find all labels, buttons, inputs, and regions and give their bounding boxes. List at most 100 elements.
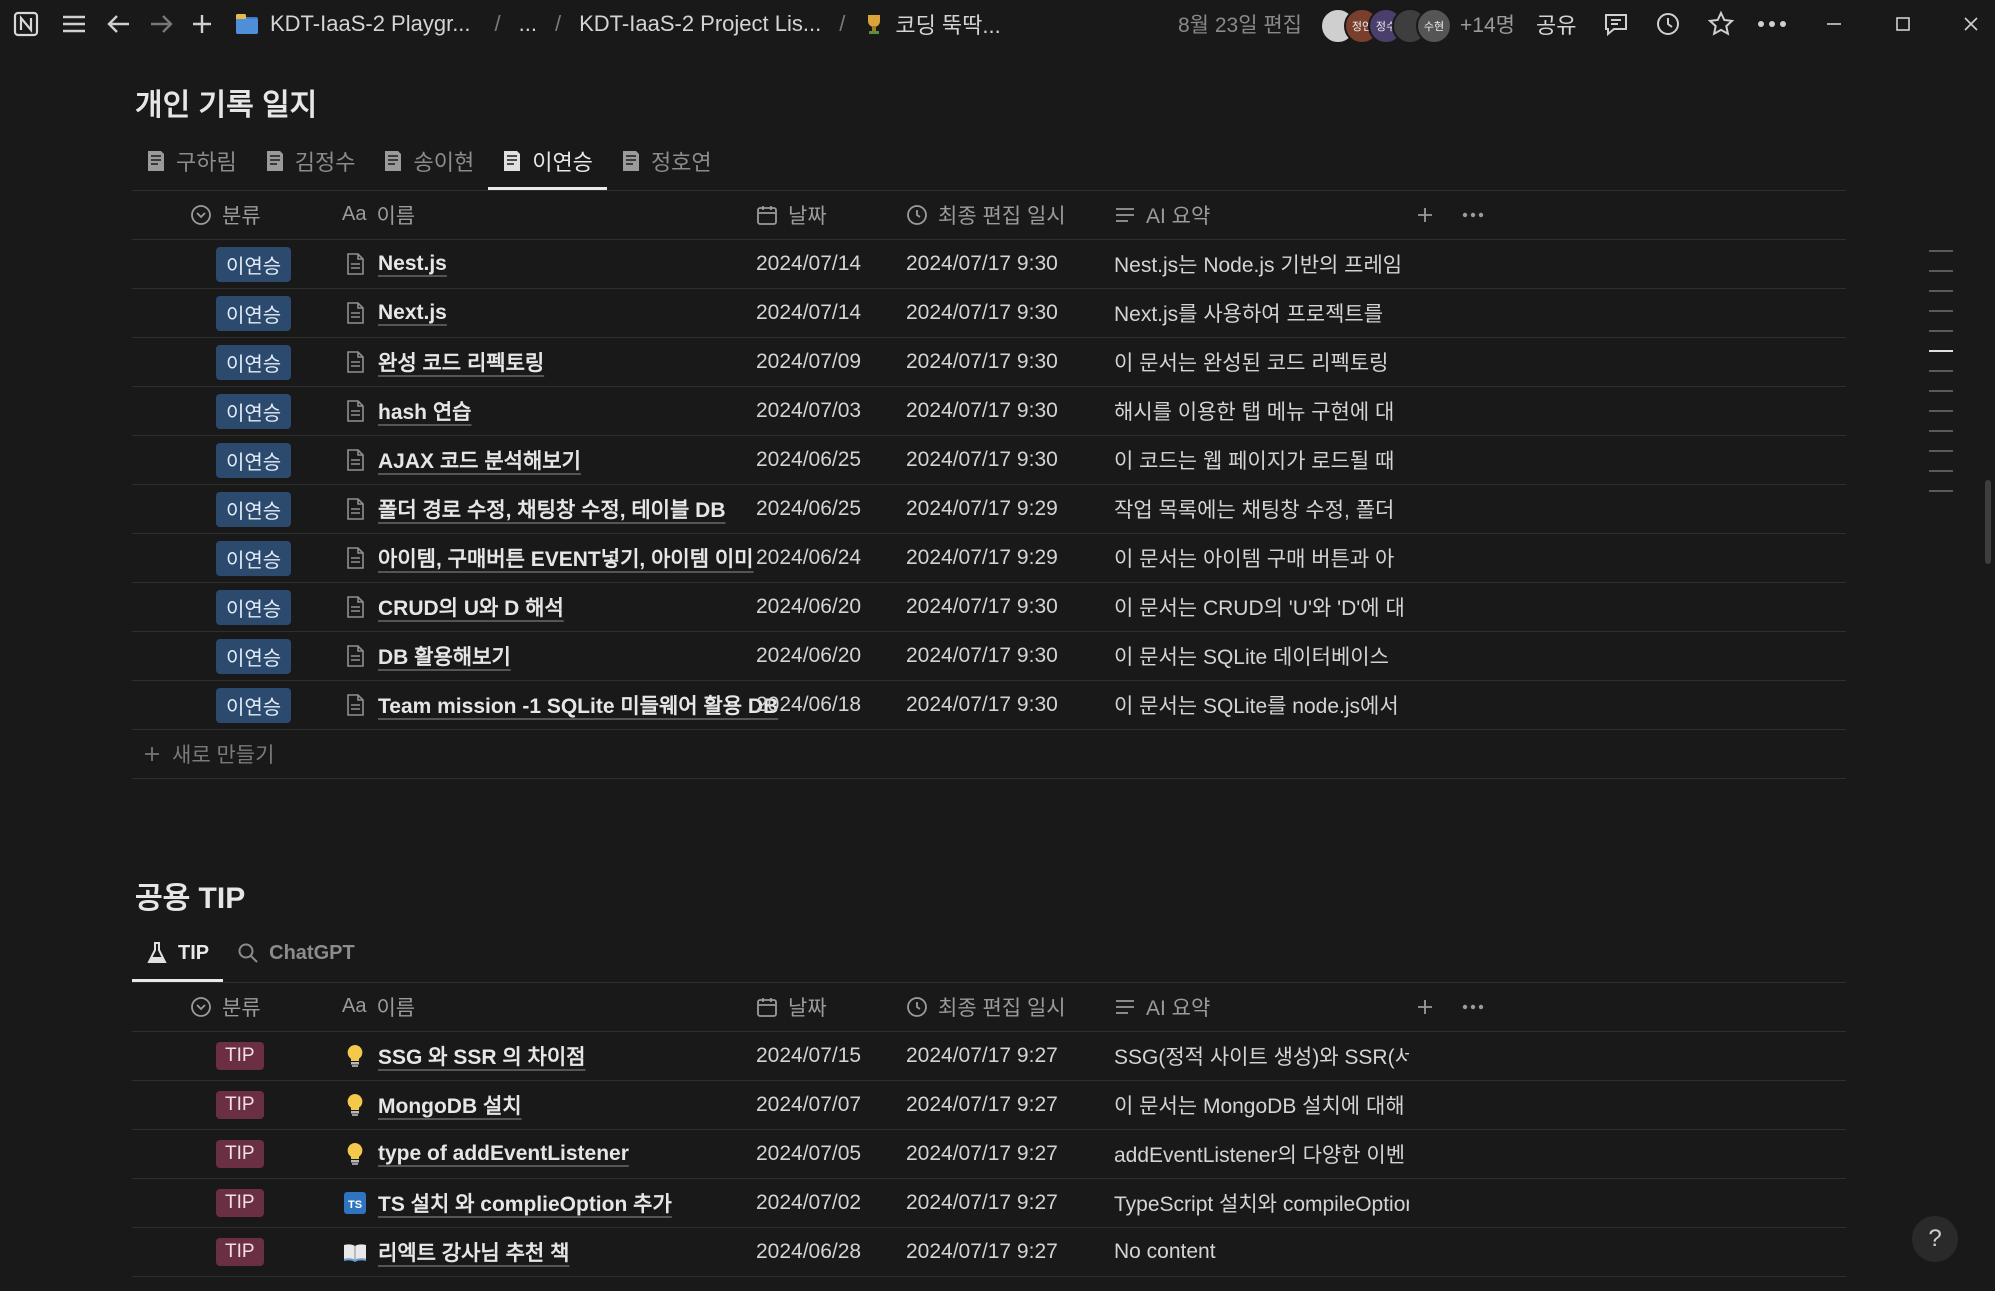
last-edited-cell: 2024/07/17 9:30 xyxy=(906,644,1058,667)
favorite-star-icon[interactable] xyxy=(1707,0,1735,48)
help-button[interactable]: ? xyxy=(1912,1216,1958,1262)
page-link[interactable]: SSG 와 SSR 의 차이점 xyxy=(378,1041,585,1071)
page-document-icon xyxy=(342,252,368,276)
table-row[interactable]: TIP MongoDB 설치 2024/07/07 2024/07/17 9:27 이 … xyxy=(132,1081,1846,1130)
column-header-name[interactable]: Aa 이름 xyxy=(342,190,415,239)
table-row[interactable]: 이연승 Team mission -1 SQLite 미들웨어 활용 DB 2024… xyxy=(132,681,1846,730)
document-icon xyxy=(383,150,403,172)
tab-person[interactable]: 송이현 xyxy=(369,132,488,190)
table-row[interactable]: 이연승 hash 연습 2024/07/03 2024/07/17 9:30 해시를 이… xyxy=(132,387,1846,436)
outline-mark[interactable] xyxy=(1929,330,1953,332)
avatar[interactable]: 수현 xyxy=(1416,8,1452,44)
page-link[interactable]: MongoDB 설치 xyxy=(378,1090,522,1120)
page-link[interactable]: type of addEventListener xyxy=(378,1142,629,1166)
column-header-category[interactable]: 분류 xyxy=(190,190,261,239)
page-link[interactable]: 폴더 경로 수정, 채팅창 수정, 테이블 DB xyxy=(378,494,726,524)
page-link[interactable]: 완성 코드 리펙토링 xyxy=(378,347,544,377)
add-property-icon[interactable] xyxy=(1415,982,1435,1031)
outline-mark[interactable] xyxy=(1929,310,1953,312)
date-cell: 2024/07/15 xyxy=(756,1044,862,1067)
column-header-ai-summary[interactable]: AI 요약 xyxy=(1114,982,1210,1031)
ai-summary-cell: 이 코드는 웹 페이지가 로드될 때 xyxy=(1114,450,1395,473)
page-link[interactable]: AJAX 코드 분석해보기 xyxy=(378,445,581,475)
outline-mark[interactable] xyxy=(1929,290,1953,292)
menu-icon[interactable] xyxy=(60,0,88,48)
tab-person[interactable]: 구하림 xyxy=(132,132,251,190)
breadcrumb-item[interactable]: KDT-IaaS-2 Project Lis... xyxy=(579,11,821,37)
tab-tip[interactable]: TIP xyxy=(132,924,224,982)
table-row[interactable]: 이연승 폴더 경로 수정, 채팅창 수정, 테이블 DB 2024/06/25 202… xyxy=(132,485,1846,534)
table-row[interactable]: 이연승 완성 코드 리펙토링 2024/07/09 2024/07/17 9:30 이 … xyxy=(132,338,1846,387)
new-page-plus-icon[interactable] xyxy=(190,0,214,48)
outline-mark[interactable] xyxy=(1929,490,1953,492)
outline-mark[interactable] xyxy=(1929,410,1953,412)
page-document-icon xyxy=(342,693,368,717)
table-row[interactable]: TIP TS TS 설치 와 complieOption 추가 2024/07/02 2… xyxy=(132,1179,1846,1228)
table-row[interactable]: TIP 리엑트 강사님 추천 책 2024/06/28 2024/07/17 9:27… xyxy=(132,1228,1846,1277)
new-row-button[interactable]: 새로 만들기 xyxy=(132,730,1846,779)
more-collaborators-count[interactable]: +14명 xyxy=(1460,9,1515,39)
column-header-category[interactable]: 분류 xyxy=(190,982,261,1031)
share-button[interactable]: 공유 xyxy=(1536,8,1576,40)
page-document-icon xyxy=(342,497,368,521)
comments-icon[interactable] xyxy=(1602,0,1630,48)
table-row[interactable]: 이연승 AJAX 코드 분석해보기 2024/06/25 2024/07/17 9:3… xyxy=(132,436,1846,485)
table-row[interactable]: 이연승 아이템, 구매버튼 EVENT넣기, 아이템 이미 2024/06/24 20… xyxy=(132,534,1846,583)
outline-mark[interactable] xyxy=(1929,450,1953,452)
breadcrumb-item[interactable]: ... xyxy=(519,11,537,37)
table-row[interactable]: 이연승 DB 활용해보기 2024/06/20 2024/07/17 9:30 이 문서… xyxy=(132,632,1846,681)
outline-mark[interactable] xyxy=(1929,470,1953,472)
outline-mark[interactable] xyxy=(1929,430,1953,432)
column-header-last-edited[interactable]: 최종 편집 일시 xyxy=(906,190,1066,239)
page-link[interactable]: CRUD의 U와 D 해석 xyxy=(378,592,564,622)
page-link[interactable]: 리엑트 강사님 추천 책 xyxy=(378,1237,569,1267)
more-options-icon[interactable] xyxy=(1462,190,1484,239)
select-property-icon xyxy=(190,996,212,1018)
column-header-date[interactable]: 날짜 xyxy=(756,982,827,1031)
outline-mark[interactable] xyxy=(1929,390,1953,392)
column-header-ai-summary[interactable]: AI 요약 xyxy=(1114,190,1210,239)
column-header-last-edited[interactable]: 최종 편집 일시 xyxy=(906,982,1066,1031)
ai-summary-cell: addEventListener의 다양한 이벤 xyxy=(1114,1144,1406,1167)
outline-mark[interactable] xyxy=(1929,370,1953,372)
table-row[interactable]: 이연승 CRUD의 U와 D 해석 2024/06/20 2024/07/17 9:3… xyxy=(132,583,1846,632)
page-link[interactable]: DB 활용해보기 xyxy=(378,641,511,671)
page-outline[interactable] xyxy=(1929,250,1953,510)
breadcrumb-item[interactable]: 코딩 뚝딱... xyxy=(895,8,1000,40)
page-link[interactable]: Nest.js xyxy=(378,252,447,276)
close-icon[interactable] xyxy=(1961,0,1981,48)
page-link[interactable]: 아이템, 구매버튼 EVENT넣기, 아이템 이미 xyxy=(378,543,754,573)
table-row[interactable]: TIP SSG 와 SSR 의 차이점 2024/07/15 2024/07/17 9… xyxy=(132,1032,1846,1081)
more-options-icon[interactable] xyxy=(1757,0,1787,48)
page-link[interactable]: Next.js xyxy=(378,301,447,325)
outline-mark[interactable] xyxy=(1929,250,1953,252)
column-header-name[interactable]: Aa 이름 xyxy=(342,982,415,1031)
maximize-icon[interactable] xyxy=(1893,0,1913,48)
breadcrumb-item[interactable]: KDT-IaaS-2 Playgr... xyxy=(270,11,471,37)
column-header-date[interactable]: 날짜 xyxy=(756,190,827,239)
back-arrow-icon[interactable] xyxy=(105,0,133,48)
tab-person-active[interactable]: 이연승 xyxy=(488,132,607,190)
forward-arrow-icon[interactable] xyxy=(147,0,175,48)
history-clock-icon[interactable] xyxy=(1654,0,1682,48)
page-link[interactable]: hash 연습 xyxy=(378,396,472,426)
notion-logo-icon[interactable] xyxy=(12,0,40,48)
tab-person[interactable]: 정호연 xyxy=(607,132,726,190)
section-title-shared-tip: 공용 TIP xyxy=(135,882,246,915)
outline-mark[interactable] xyxy=(1929,270,1953,272)
category-tag: 이연승 xyxy=(216,687,292,723)
table-row[interactable]: TIP type of addEventListener 2024/07/05 202… xyxy=(132,1130,1846,1179)
page-link[interactable]: TS 설치 와 complieOption 추가 xyxy=(378,1188,672,1218)
page-link[interactable]: Team mission -1 SQLite 미들웨어 활용 DB xyxy=(378,690,778,720)
tab-person[interactable]: 김정수 xyxy=(251,132,370,190)
tab-chatgpt[interactable]: ChatGPT xyxy=(223,924,369,982)
table-row[interactable]: 이연승 Next.js 2024/07/14 2024/07/17 9:30 Next.… xyxy=(132,289,1846,338)
more-options-icon[interactable] xyxy=(1462,982,1484,1031)
add-property-icon[interactable] xyxy=(1415,190,1435,239)
outline-mark-active[interactable] xyxy=(1929,350,1953,352)
table-row[interactable]: 이연승 Nest.js 2024/07/14 2024/07/17 9:30 Nest.… xyxy=(132,240,1846,289)
scrollbar-thumb[interactable] xyxy=(1985,480,1991,564)
minimize-icon[interactable] xyxy=(1824,0,1844,48)
last-edited-cell: 2024/07/17 9:27 xyxy=(906,1191,1058,1214)
page-document-icon xyxy=(342,595,368,619)
